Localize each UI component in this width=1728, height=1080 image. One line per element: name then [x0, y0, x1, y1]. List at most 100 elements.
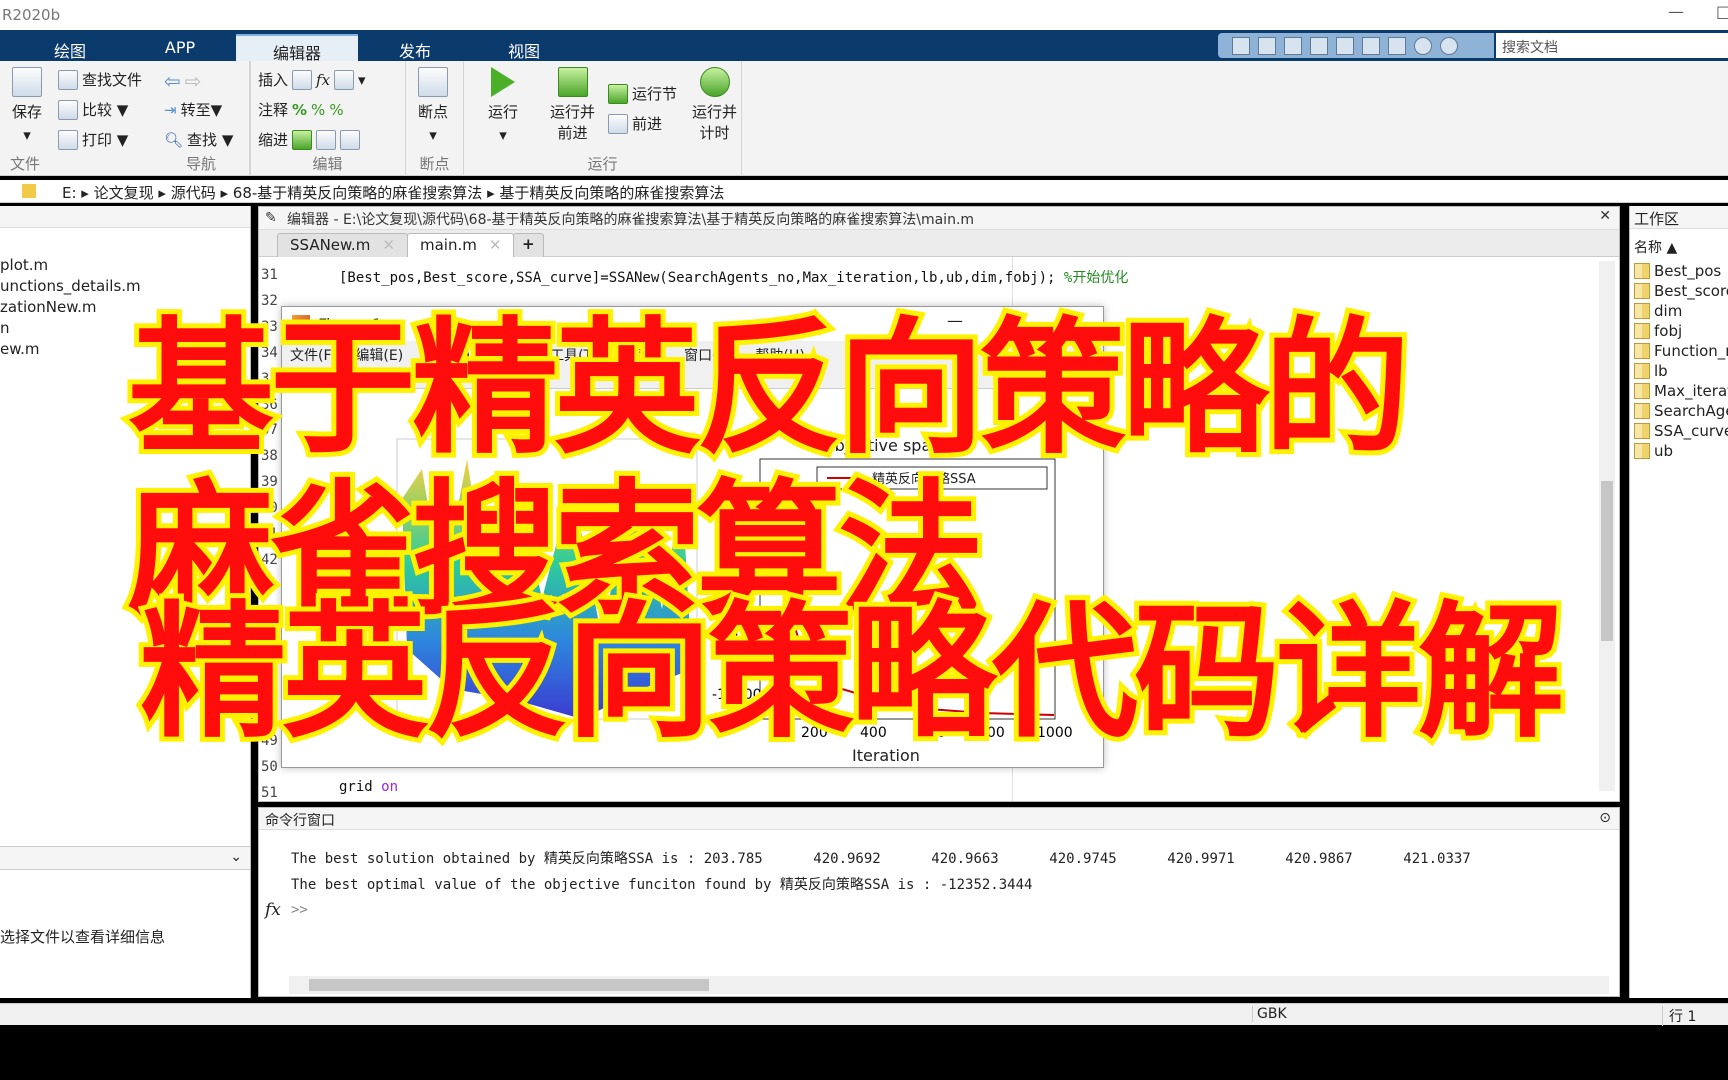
workspace-variable[interactable]: dim	[1634, 302, 1682, 320]
tab-main[interactable]: main.m ✕	[407, 233, 515, 257]
breadcrumb-item[interactable]: E:	[62, 184, 77, 202]
command-prompt[interactable]: >>	[291, 902, 308, 918]
encoding: GBK	[1252, 1006, 1287, 1022]
tab-publish[interactable]: 发布	[375, 34, 455, 61]
save-icon[interactable]	[1232, 36, 1250, 55]
minimize-button[interactable]: —	[1668, 2, 1684, 21]
tab-plots[interactable]: 绘图	[30, 34, 110, 61]
line-number: 51	[261, 785, 278, 801]
insert-button[interactable]: 插入 fx ▾	[258, 69, 366, 90]
run-advance-button[interactable]: 运行并 前进	[550, 67, 595, 143]
workspace-variable[interactable]: lb	[1634, 362, 1668, 380]
workspace-variable[interactable]: Function_name	[1634, 342, 1728, 360]
workspace-variable[interactable]: Best_pos	[1634, 262, 1721, 280]
run-button[interactable]: 运行 ▾	[488, 67, 518, 144]
line-number: 31	[261, 267, 278, 283]
variable-name: ub	[1654, 442, 1674, 460]
close-icon[interactable]: ✕	[1599, 208, 1611, 224]
stopwatch-icon	[699, 67, 730, 97]
find-label: 查找 ▼	[187, 131, 234, 149]
maximize-button[interactable]: □	[1716, 2, 1728, 21]
file-item[interactable]: zationNew.m	[0, 298, 97, 316]
vertical-scrollbar[interactable]	[1599, 261, 1615, 791]
redo-icon[interactable]	[1362, 36, 1380, 55]
command-window-title: 命令行窗口	[265, 813, 335, 829]
horizontal-scrollbar[interactable]	[289, 976, 1609, 994]
command-window[interactable]: 命令行窗口 ⊙ The best solution obtained by 精英反…	[258, 807, 1620, 997]
variable-icon	[1634, 443, 1650, 459]
variable-name: Max_iteration	[1654, 382, 1728, 400]
save-icon	[12, 67, 42, 97]
group-label: 运行	[587, 155, 618, 173]
undo-icon[interactable]	[1336, 36, 1354, 55]
variable-icon	[1634, 403, 1650, 419]
variable-name: lb	[1654, 362, 1668, 380]
outdent-icon	[340, 129, 361, 150]
run-time-button[interactable]: 运行并 计时	[692, 67, 737, 143]
advance-button[interactable]: 前进	[608, 113, 662, 134]
uncomment-icon: %	[311, 100, 326, 119]
fx-icon[interactable]: fx	[316, 71, 330, 89]
find-button[interactable]: 🔍︎ 查找 ▼	[164, 129, 233, 150]
chevron-down-icon: ▾	[429, 126, 437, 144]
fx-icon[interactable]: fx	[265, 900, 281, 920]
close-icon[interactable]: ✕	[382, 236, 395, 254]
print-button[interactable]: 打印 ▼	[58, 129, 128, 150]
goto-icon: ⇥	[164, 100, 177, 119]
compare-label: 比较 ▼	[82, 101, 129, 119]
chevron-down-icon[interactable]	[1440, 36, 1458, 55]
workspace-variable[interactable]: Best_score	[1634, 282, 1728, 300]
find-files-button[interactable]: 查找文件	[58, 69, 142, 90]
paste-icon[interactable]	[1310, 36, 1328, 55]
breadcrumb-item[interactable]: 源代码	[171, 184, 216, 202]
chevron-down-icon[interactable]: ⊙	[1599, 810, 1611, 826]
copy-icon[interactable]	[1284, 36, 1302, 55]
wrap-comment-icon: %	[329, 100, 344, 119]
file-item[interactable]: unctions_details.m	[0, 277, 141, 295]
workspace-variable[interactable]: SSA_curve	[1634, 422, 1728, 440]
indent-button[interactable]: 缩进	[258, 129, 361, 150]
run-advance-label: 运行并 前进	[550, 103, 596, 142]
code-line-31[interactable]: [Best_pos,Best_score,SSA_curve]=SSANew(S…	[339, 267, 1128, 287]
workspace-title: 工作区	[1630, 206, 1728, 229]
workspace-variable[interactable]: fobj	[1634, 322, 1682, 340]
file-item[interactable]: plot.m	[0, 256, 48, 274]
breadcrumb-item[interactable]: 68-基于精英反向策略的麻雀搜索算法	[233, 184, 483, 202]
workspace-panel: 工作区 名称 ▲ Best_pos Best_scoredim fobj Functi…	[1629, 206, 1728, 998]
help-icon[interactable]	[1414, 36, 1432, 55]
code-line-51[interactable]: grid on	[339, 779, 398, 795]
save-button[interactable]: 保存 ▾	[12, 67, 42, 144]
chevron-down-icon[interactable]: ⌄	[230, 849, 242, 865]
workspace-variable[interactable]: Max_iteration	[1634, 382, 1728, 400]
file-item[interactable]: ew.m	[0, 340, 40, 358]
compare-button[interactable]: 比较 ▼	[58, 99, 128, 120]
breadcrumb-item[interactable]: 基于精英反向策略的麻雀搜索算法	[499, 184, 724, 202]
variable-icon	[1634, 383, 1650, 399]
switch-windows-icon[interactable]	[1388, 36, 1406, 55]
search-docs-input[interactable]: 搜索文档	[1496, 33, 1728, 58]
edit-group: 插入 fx ▾ 注释%%% 缩进 编辑	[250, 61, 406, 176]
group-label: 断点	[419, 155, 450, 173]
advance-label: 前进	[632, 115, 663, 133]
comment-button[interactable]: 注释%%%	[258, 99, 344, 120]
find-files-icon	[58, 69, 78, 90]
run-advance-icon	[557, 67, 588, 97]
breakpoints-button[interactable]: 断点 ▾	[418, 67, 448, 144]
add-tab-button[interactable]: +	[513, 233, 544, 257]
breadcrumb-item[interactable]: 论文复现	[94, 184, 154, 202]
cut-icon[interactable]	[1258, 36, 1276, 55]
run-section-button[interactable]: 运行节	[608, 83, 677, 104]
back-button[interactable]: ⇦ ⇨	[164, 69, 202, 93]
close-icon[interactable]: ✕	[489, 236, 502, 254]
goto-button[interactable]: ⇥ 转至▼	[164, 99, 222, 120]
tab-editor[interactable]: 编辑器	[236, 34, 358, 63]
variable-name: Best_pos	[1654, 262, 1722, 280]
tab-apps[interactable]: APP	[140, 34, 220, 61]
workspace-variable[interactable]: SearchAgents_no	[1634, 402, 1728, 420]
tab-ssanew[interactable]: SSANew.m ✕	[277, 233, 408, 257]
variable-icon	[1634, 283, 1650, 299]
file-item[interactable]: n	[0, 319, 10, 337]
workspace-variable[interactable]: ub	[1634, 442, 1673, 460]
name-column-header[interactable]: 名称 ▲	[1630, 229, 1728, 265]
tab-view[interactable]: 视图	[484, 34, 564, 61]
